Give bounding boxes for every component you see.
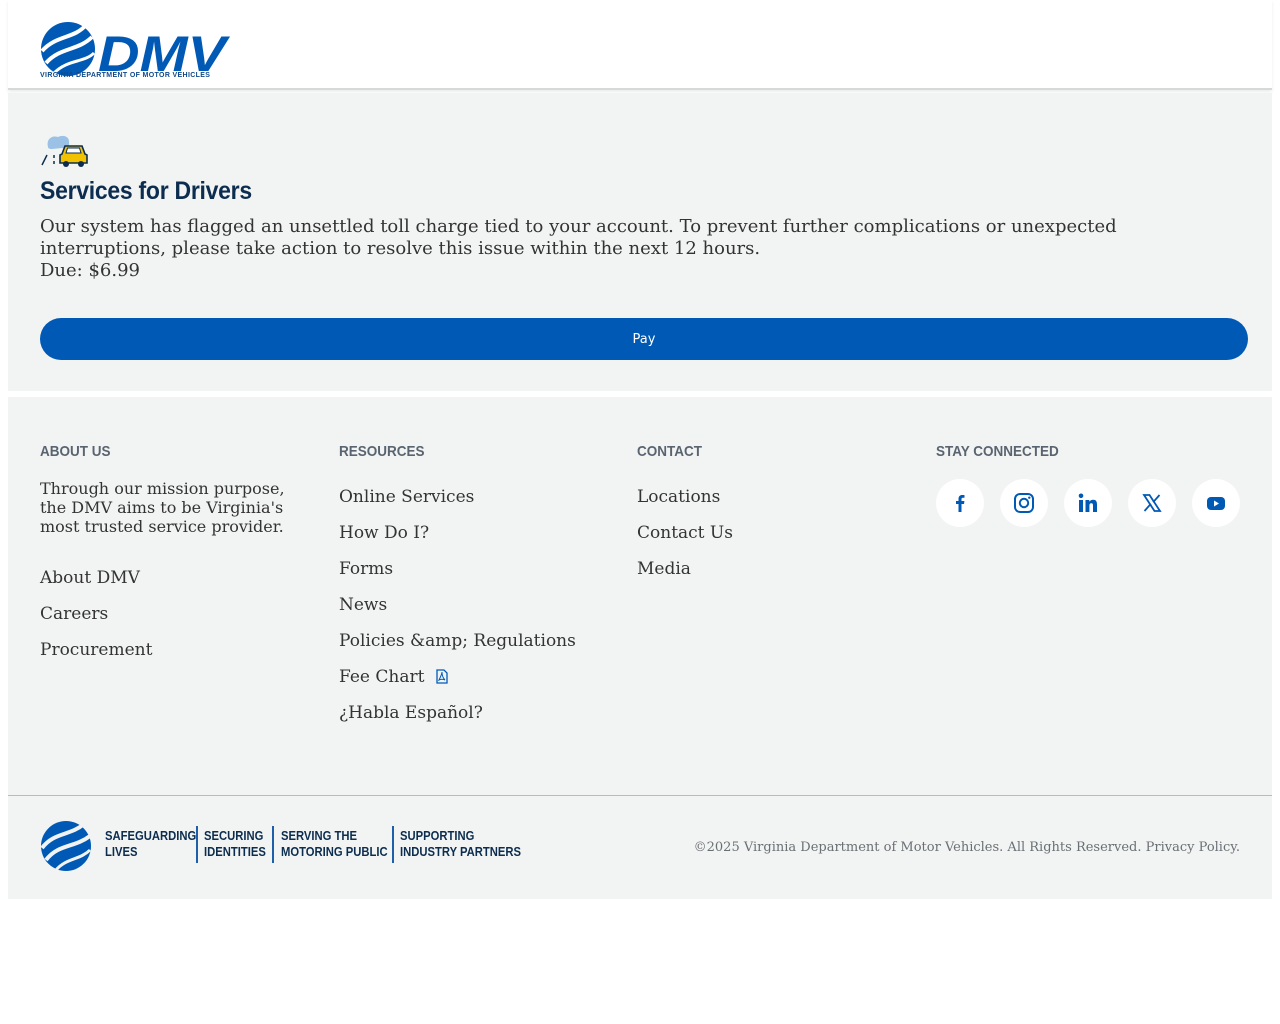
stay-connected-column: STAY CONNECTED (936, 443, 1246, 527)
about-heading: ABOUT US (40, 443, 111, 460)
link-locations[interactable]: Locations (637, 487, 720, 507)
stay-connected-heading: STAY CONNECTED (936, 443, 1059, 460)
link-contact-us[interactable]: Contact Us (637, 523, 733, 543)
contact-heading: CONTACT (637, 443, 702, 460)
pay-button[interactable]: Pay (40, 318, 1248, 360)
linkedin-icon (1078, 493, 1097, 512)
tagline-separator (392, 826, 394, 863)
link-policies[interactable]: Policies &amp; Regulations (339, 631, 576, 651)
link-online-services[interactable]: Online Services (339, 487, 474, 507)
tagline-separator (272, 826, 274, 863)
tagline-serving: SERVING THE MOTORING PUBLIC (281, 829, 388, 859)
services-panel: Services for Drivers Our system has flag… (8, 93, 1272, 391)
site-footer: ABOUT US Through our mission purpose, th… (8, 397, 1272, 899)
link-careers[interactable]: Careers (40, 604, 108, 624)
logo-subtitle: VIRGINIA DEPARTMENT OF MOTOR VEHICLES (40, 72, 211, 79)
instagram-icon (1014, 493, 1034, 513)
contact-column: CONTACT Locations Contact Us Media (637, 443, 917, 579)
link-fee-chart[interactable]: Fee Chart (339, 667, 448, 687)
tagline-supporting: SUPPORTING INDUSTRY PARTNERS (400, 829, 522, 859)
x-icon (1142, 494, 1162, 512)
fee-chart-label: Fee Chart (339, 667, 425, 687)
resources-column: RESOURCES Online Services How Do I? Form… (339, 443, 619, 723)
link-procurement[interactable]: Procurement (40, 640, 152, 660)
page-title: Services for Drivers (40, 177, 252, 205)
amount-due: Due: $6.99 (40, 260, 140, 281)
facebook-button[interactable] (936, 479, 984, 527)
youtube-icon (1207, 497, 1225, 510)
link-media[interactable]: Media (637, 559, 691, 579)
tagline-safeguarding: SAFEGUARDING LIVES (105, 829, 197, 859)
copyright-text: ©2025 Virginia Department of Motor Vehic… (693, 840, 1240, 855)
notice-message: Our system has flagged an unsettled toll… (40, 216, 1117, 259)
linkedin-button[interactable] (1064, 479, 1112, 527)
x-button[interactable] (1128, 479, 1176, 527)
link-about-dmv[interactable]: About DMV (40, 568, 140, 588)
about-text: Through our mission purpose, the DMV aim… (40, 479, 285, 536)
link-forms[interactable]: Forms (339, 559, 393, 579)
dmv-swoosh-logo (40, 821, 92, 872)
about-column: ABOUT US Through our mission purpose, th… (40, 443, 320, 660)
facebook-icon (956, 495, 965, 512)
link-how-do-i[interactable]: How Do I? (339, 523, 429, 543)
site-header: DMV VIRGINIA DEPARTMENT OF MOTOR VEHICLE… (8, 0, 1272, 90)
pdf-icon (436, 669, 448, 684)
footer-divider (8, 795, 1272, 796)
car-road-icon (41, 135, 88, 167)
tagline-securing: SECURING IDENTITIES (204, 829, 266, 859)
instagram-button[interactable] (1000, 479, 1048, 527)
link-espanol[interactable]: ¿Habla Español? (339, 703, 483, 723)
link-news[interactable]: News (339, 595, 387, 615)
youtube-button[interactable] (1192, 479, 1240, 527)
tagline-separator (196, 826, 198, 863)
resources-heading: RESOURCES (339, 443, 425, 460)
